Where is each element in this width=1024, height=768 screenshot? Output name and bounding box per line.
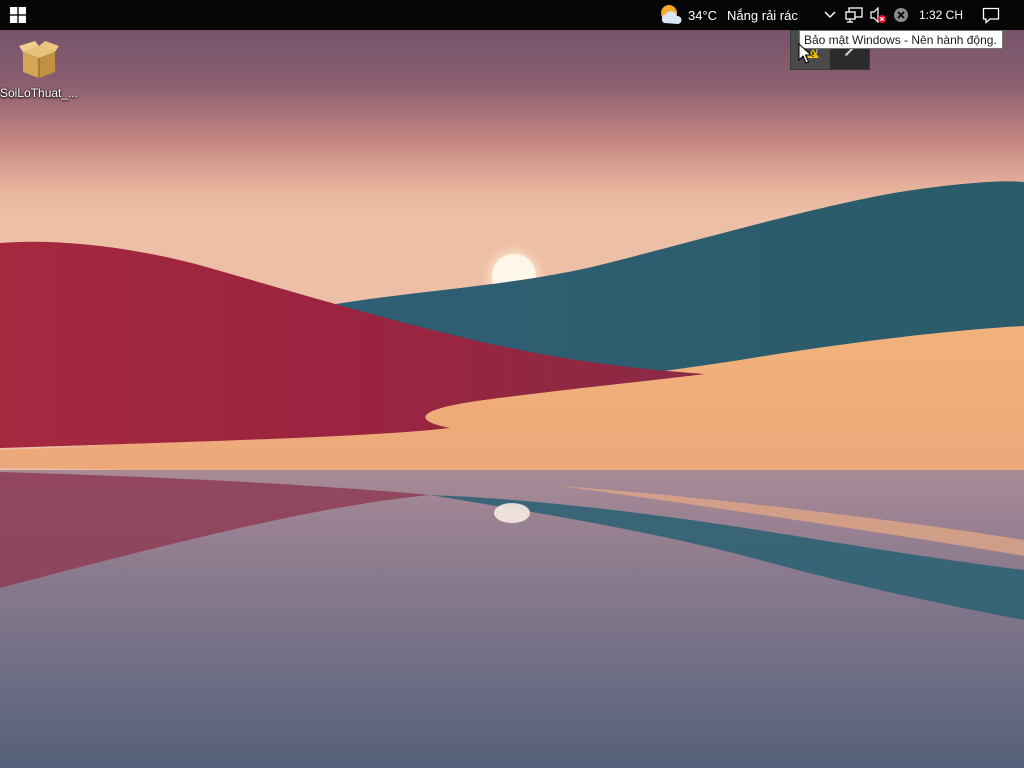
weather-temperature: 34°C bbox=[688, 7, 718, 23]
chevron-down-icon bbox=[824, 11, 836, 19]
action-center-icon bbox=[982, 7, 1000, 24]
action-center-button[interactable] bbox=[978, 0, 1004, 30]
start-button[interactable] bbox=[0, 0, 36, 30]
desktop-icon-label: SoiLoThuat_... bbox=[0, 86, 79, 100]
desktop-icon-soilothuat[interactable]: SoiLoThuat_... bbox=[0, 36, 78, 106]
taskbar: 34°C Nắng rải rác 1:32 CH bbox=[0, 0, 1024, 30]
desktop-screen: SoiLoThuat_... 34°C Nắng rải rác 1:32 CH… bbox=[0, 0, 1024, 768]
partly-sunny-icon bbox=[661, 5, 682, 24]
status-button[interactable] bbox=[891, 0, 911, 30]
tooltip: Bảo mật Windows - Nên hành động. bbox=[799, 30, 1003, 49]
volume-button[interactable] bbox=[867, 0, 889, 30]
volume-muted-icon bbox=[870, 7, 886, 23]
network-button[interactable] bbox=[843, 0, 865, 30]
desktop-wallpaper bbox=[0, 0, 1024, 768]
package-box-icon bbox=[19, 41, 59, 78]
windows-logo-icon bbox=[10, 7, 26, 23]
taskbar-clock[interactable]: 1:32 CH bbox=[910, 0, 972, 30]
network-icon bbox=[845, 7, 863, 23]
weather-widget[interactable]: 34°C Nắng rải rác bbox=[656, 0, 798, 30]
weather-condition: Nắng rải rác bbox=[727, 7, 798, 23]
show-hidden-icons-button[interactable] bbox=[820, 0, 840, 30]
error-circle-icon bbox=[894, 8, 908, 22]
